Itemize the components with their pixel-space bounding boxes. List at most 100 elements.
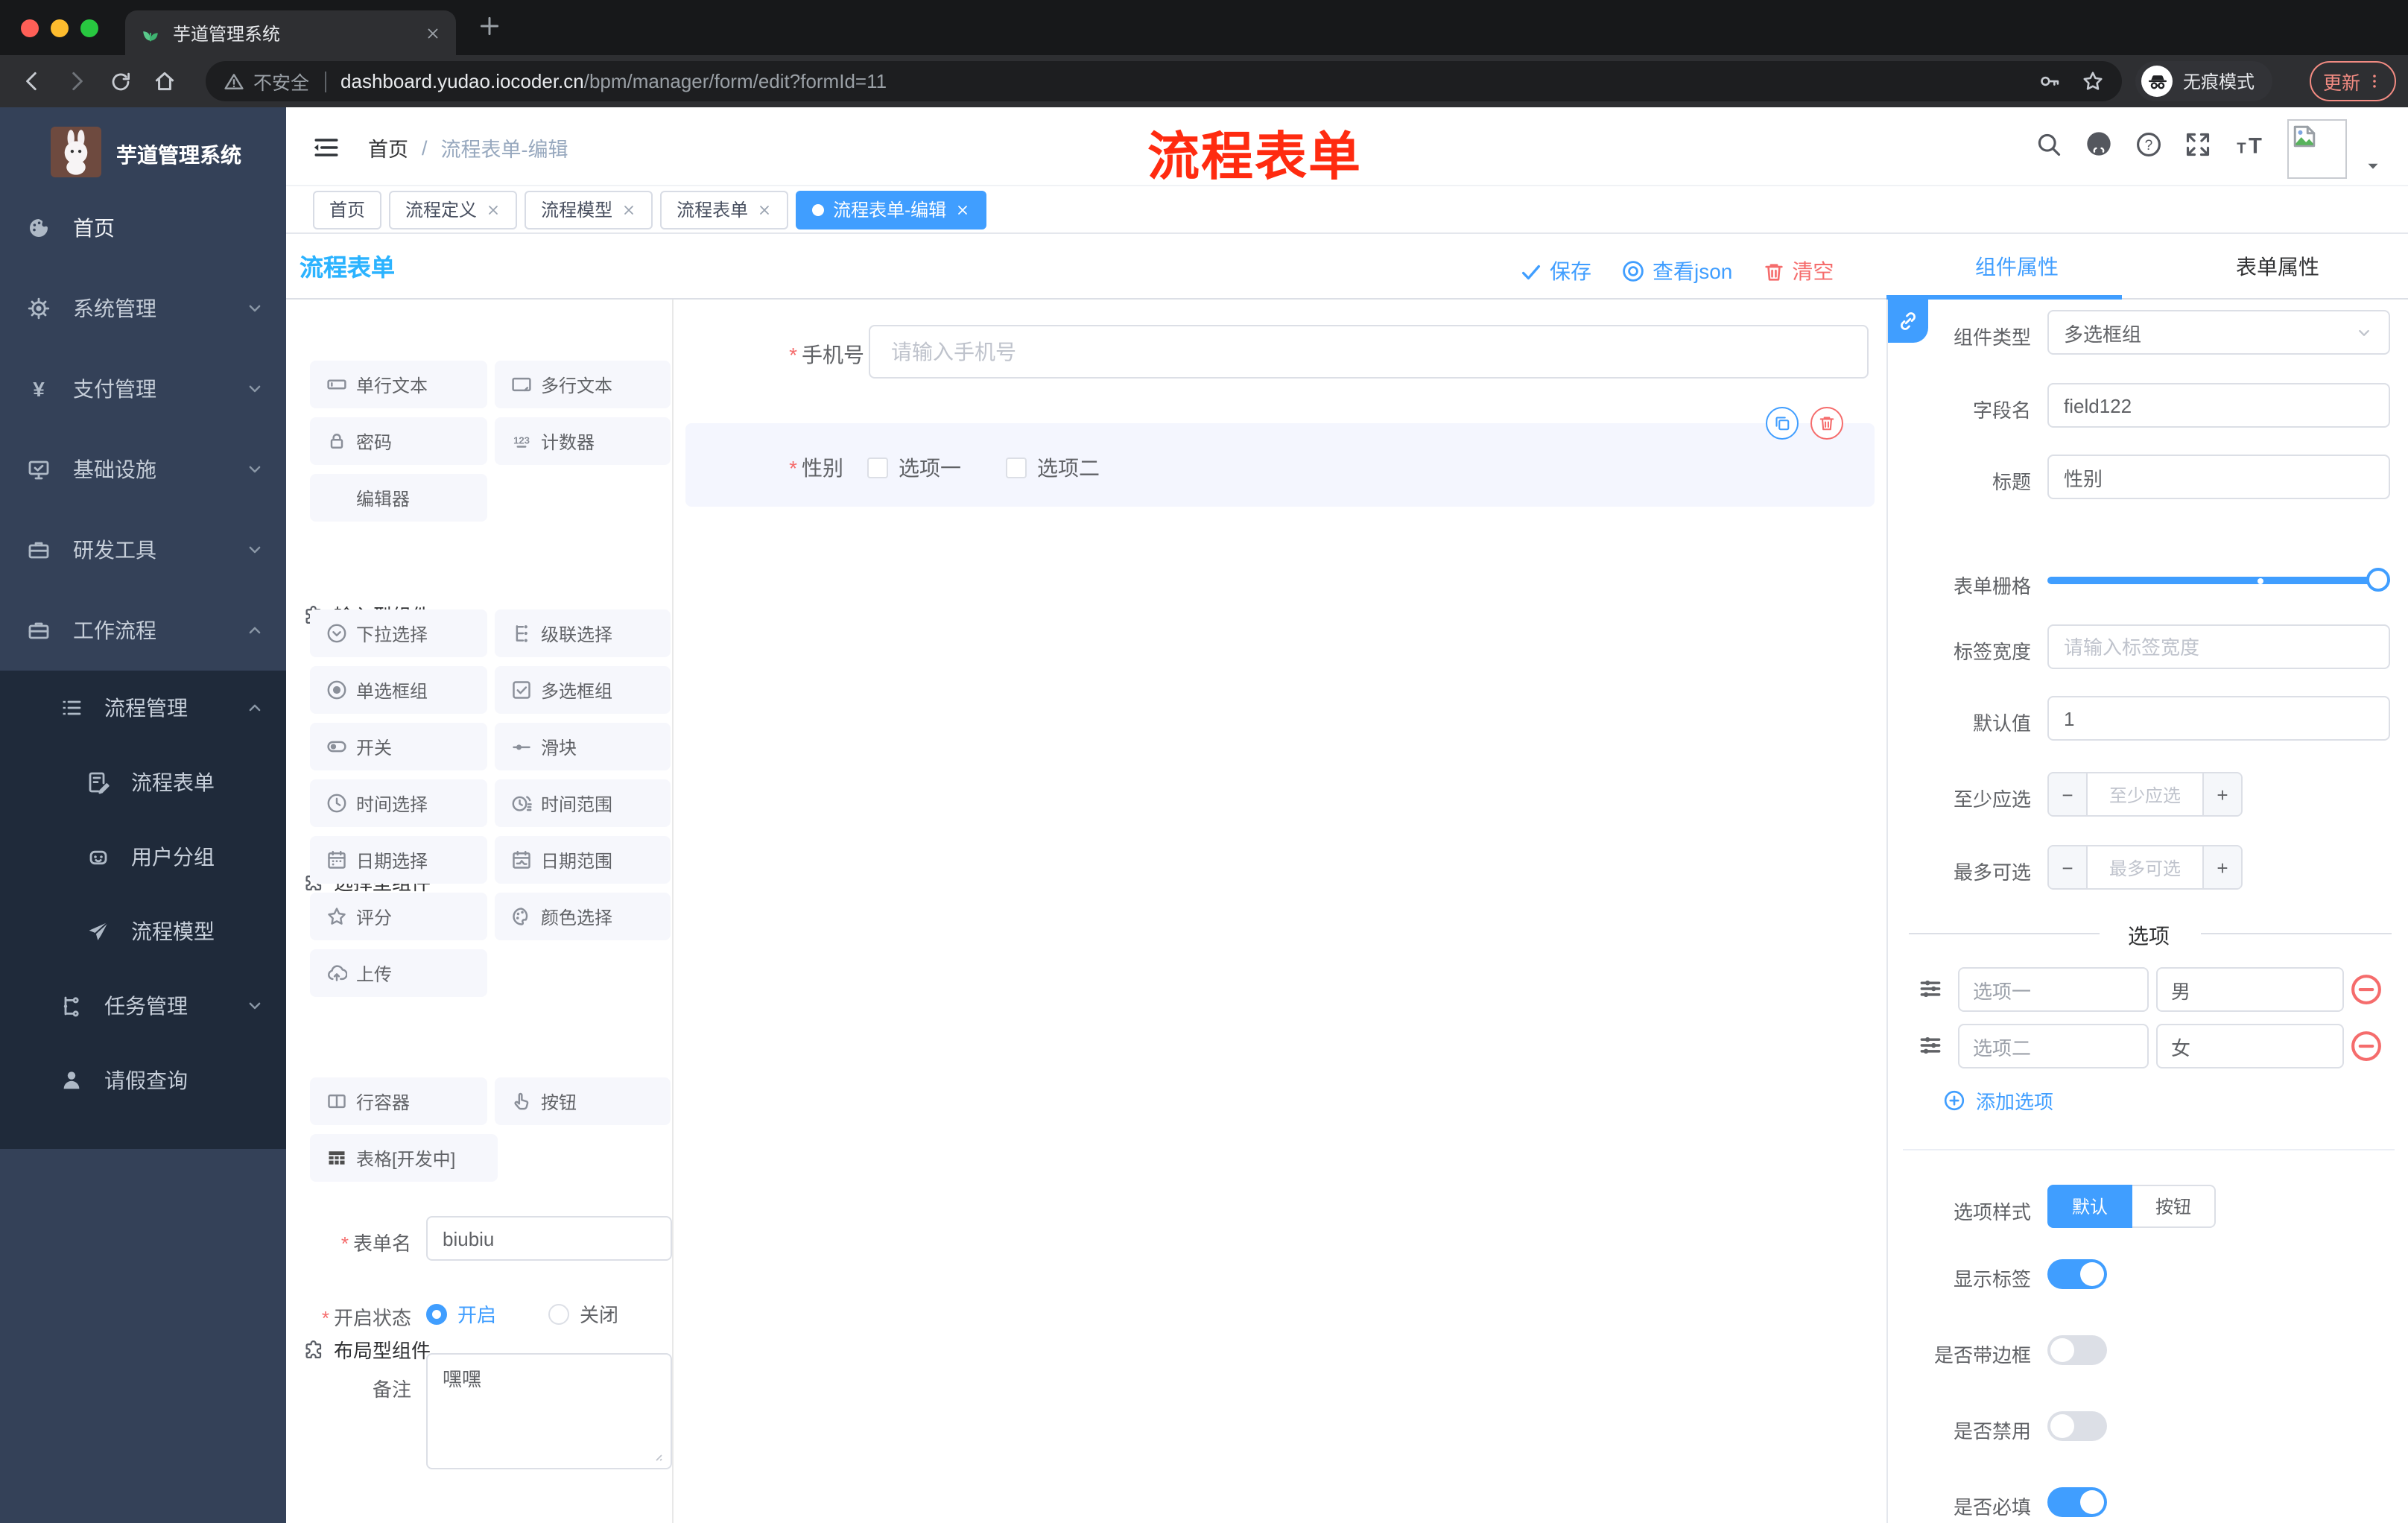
window-zoom-button[interactable] (80, 19, 98, 37)
sidebar-item-process-model[interactable]: 流程模型 (0, 894, 286, 969)
min-select-placeholder[interactable]: 至少应选 (2088, 773, 2202, 815)
component-copy-button[interactable] (1766, 407, 1799, 440)
drag-handle-icon[interactable] (1918, 976, 1943, 1001)
form-grid-slider[interactable] (2047, 568, 2390, 592)
palette-item-time-range[interactable]: 时间范围 (495, 779, 671, 827)
tag-chip-process-model[interactable]: 流程模型 (525, 190, 653, 229)
close-icon[interactable] (955, 202, 970, 217)
required-toggle[interactable] (2047, 1487, 2107, 1517)
add-option-button[interactable]: 添加选项 (1943, 1086, 2053, 1115)
tab-form-props[interactable]: 表单属性 (2147, 234, 2408, 298)
palette-item-counter[interactable]: 计数器 (495, 417, 671, 465)
remark-textarea[interactable]: 嘿嘿 (426, 1353, 672, 1469)
disabled-toggle[interactable] (2047, 1411, 2107, 1441)
github-icon[interactable] (2085, 130, 2113, 158)
forward-icon[interactable] (64, 69, 89, 94)
title-input[interactable] (2047, 455, 2390, 499)
stepper-minus-button[interactable]: − (2049, 846, 2088, 888)
checkbox-icon[interactable] (1006, 457, 1027, 478)
view-json-button[interactable]: 查看json (1621, 256, 1732, 286)
palette-item-button[interactable]: 按钮 (495, 1077, 671, 1125)
search-icon[interactable] (2035, 130, 2062, 157)
sidebar-item-process-form[interactable]: 流程表单 (0, 745, 286, 820)
sidebar-item-home[interactable]: 首页 (0, 188, 286, 268)
browser-tab[interactable]: 芋道管理系统 (125, 10, 456, 55)
palette-item-multi-text[interactable]: 多行文本 (495, 361, 671, 408)
sidebar-item-process-mgmt[interactable]: 流程管理 (0, 671, 286, 745)
address-bar[interactable]: 不安全 dashboard.yudao.iocoder.cn/bpm/manag… (206, 61, 2122, 101)
breadcrumb-home[interactable]: 首页 (368, 133, 408, 162)
option-style-button[interactable]: 按钮 (2132, 1185, 2216, 1228)
form-name-input[interactable] (426, 1216, 672, 1261)
bookmark-star-icon[interactable] (2082, 70, 2104, 92)
sidebar-item-payment[interactable]: 支付管理 (0, 349, 286, 429)
option-value-input[interactable] (2156, 967, 2344, 1012)
palette-item-cascade[interactable]: 级联选择 (495, 609, 671, 657)
sidebar-item-workflow[interactable]: 工作流程 (0, 590, 286, 671)
palette-item-password[interactable]: 密码 (310, 417, 487, 465)
component-delete-button[interactable] (1810, 407, 1843, 440)
slider-track[interactable] (2047, 577, 2390, 584)
window-close-button[interactable] (21, 19, 39, 37)
gender-option-1[interactable]: 选项一 (867, 453, 961, 483)
drag-handle-icon[interactable] (1918, 1033, 1943, 1058)
font-size-icon[interactable] (2234, 130, 2263, 157)
show-label-toggle[interactable] (2047, 1259, 2107, 1289)
hamburger-icon[interactable] (311, 133, 341, 162)
security-label[interactable]: 不安全 (253, 67, 309, 95)
back-icon[interactable] (19, 69, 45, 94)
palette-item-table[interactable]: 表格[开发中] (310, 1134, 498, 1182)
sidebar-item-devtools[interactable]: 研发工具 (0, 510, 286, 590)
tab-close-icon[interactable] (425, 25, 441, 41)
home-icon[interactable] (152, 69, 177, 94)
caret-down-icon[interactable] (2363, 156, 2383, 176)
remove-option-icon[interactable] (2350, 1030, 2383, 1063)
remove-option-icon[interactable] (2350, 973, 2383, 1006)
palette-item-editor[interactable]: 编辑器 (310, 474, 487, 522)
palette-item-date-range[interactable]: 日期范围 (495, 836, 671, 884)
palette-item-select[interactable]: 下拉选择 (310, 609, 487, 657)
checkbox-icon[interactable] (867, 457, 888, 478)
sidebar-item-system[interactable]: 系统管理 (0, 268, 286, 349)
stepper-plus-button[interactable]: + (2202, 846, 2241, 888)
sidebar-item-user-group[interactable]: 用户分组 (0, 820, 286, 894)
palette-item-time[interactable]: 时间选择 (310, 779, 487, 827)
save-button[interactable]: 保存 (1520, 256, 1591, 286)
max-select-placeholder[interactable]: 最多可选 (2088, 846, 2202, 888)
border-toggle[interactable] (2047, 1335, 2107, 1365)
palette-item-upload[interactable]: 上传 (310, 949, 487, 997)
option-value-input[interactable] (2156, 1024, 2344, 1068)
key-icon[interactable] (2038, 70, 2061, 92)
reload-icon[interactable] (109, 69, 133, 93)
window-minimize-button[interactable] (51, 19, 69, 37)
palette-item-single-text[interactable]: 单行文本 (310, 361, 487, 408)
label-width-input[interactable] (2047, 624, 2390, 669)
stepper-plus-button[interactable]: + (2202, 773, 2241, 815)
help-icon[interactable] (2135, 130, 2162, 157)
option-label-input[interactable] (1958, 1024, 2149, 1068)
sidebar-item-infra[interactable]: 基础设施 (0, 429, 286, 510)
tag-chip-process-form-edit[interactable]: 流程表单-编辑 (796, 190, 987, 229)
palette-item-date[interactable]: 日期选择 (310, 836, 487, 884)
avatar[interactable] (2287, 119, 2347, 179)
status-radio-on[interactable]: 开启 (426, 1299, 496, 1328)
close-icon[interactable] (621, 202, 636, 217)
palette-item-rate[interactable]: 评分 (310, 893, 487, 940)
new-tab-button[interactable] (477, 13, 502, 39)
status-radio-off[interactable]: 关闭 (548, 1299, 618, 1328)
stepper-minus-button[interactable]: − (2049, 773, 2088, 815)
slider-handle[interactable] (2366, 568, 2390, 592)
selected-component-gender[interactable]: * 性别 选项一 选项二 (685, 423, 1875, 507)
fullscreen-icon[interactable] (2184, 130, 2211, 157)
close-icon[interactable] (486, 202, 501, 217)
component-type-select[interactable]: 多选框组 (2047, 310, 2390, 355)
tag-chip-home[interactable]: 首页 (313, 190, 382, 229)
tag-chip-process-def[interactable]: 流程定义 (389, 190, 518, 229)
palette-item-checkbox-group[interactable]: 多选框组 (495, 666, 671, 714)
palette-item-slider[interactable]: 滑块 (495, 723, 671, 770)
tag-chip-process-form[interactable]: 流程表单 (660, 190, 789, 229)
option-style-default[interactable]: 默认 (2047, 1185, 2132, 1228)
gender-option-2[interactable]: 选项二 (1006, 453, 1100, 483)
field-name-input[interactable] (2047, 383, 2390, 428)
palette-item-row-container[interactable]: 行容器 (310, 1077, 487, 1125)
